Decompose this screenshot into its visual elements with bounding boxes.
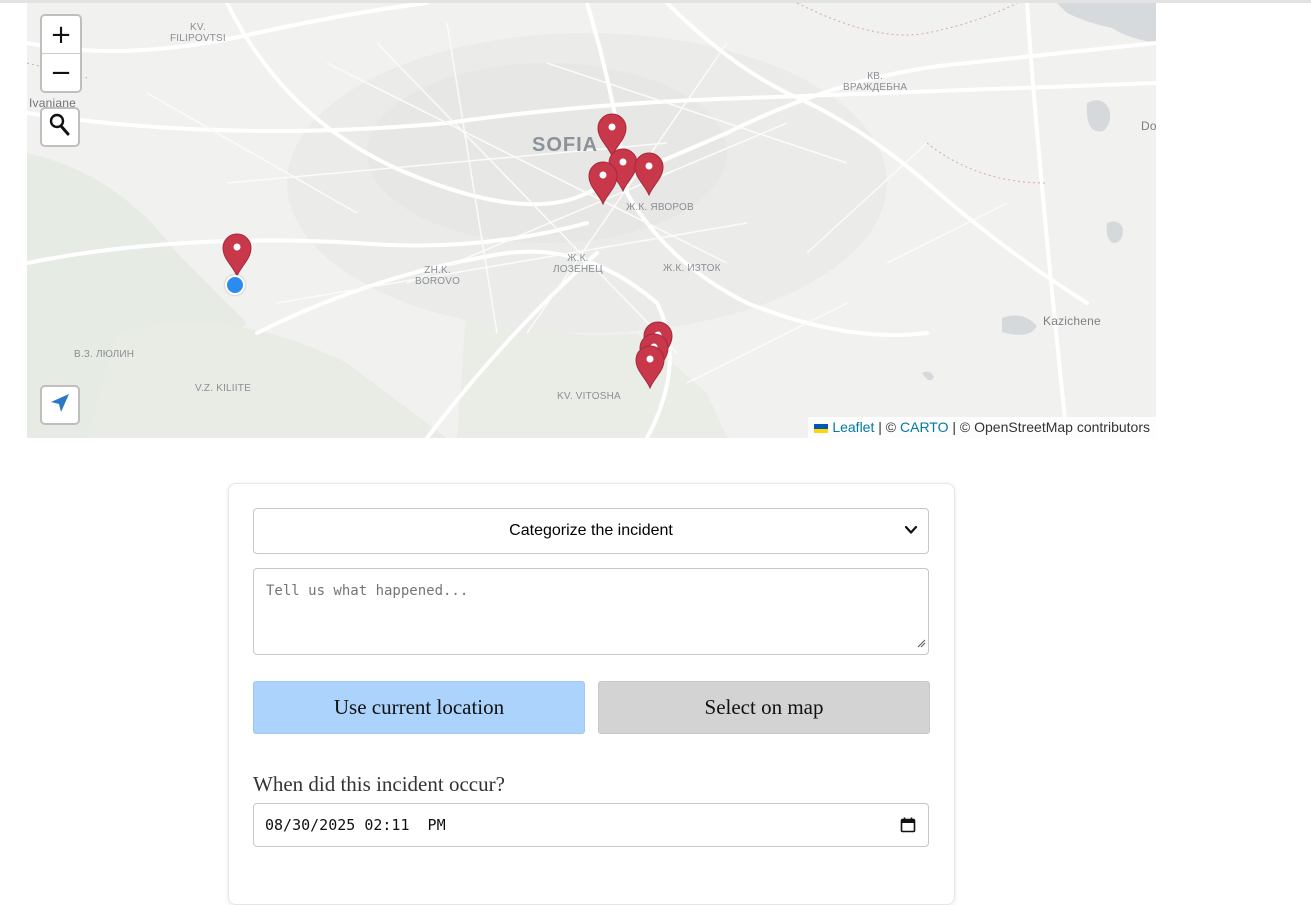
incident-datetime-input[interactable]: 08/30/2025 02:11 PM [253,803,929,847]
datetime-value: 08/30/2025 02:11 PM [265,816,446,834]
incident-marker[interactable] [222,233,252,277]
map-label-lozenets: Ж.К. ЛОЗЕНЕЦ [553,253,603,275]
use-current-location-button[interactable]: Use current location [253,681,585,734]
incident-marker[interactable] [635,345,665,389]
map-label-lyulin: В.З. ЛЮЛИН [74,349,135,360]
resize-handle-icon[interactable] [916,636,926,652]
incident-marker[interactable] [634,152,664,196]
calendar-icon[interactable] [900,817,916,837]
leaflet-link[interactable]: Leaflet [832,419,874,435]
search-button[interactable] [40,107,80,147]
incident-map[interactable]: KV. FILIPOVTSI Ivanjane КВ. ВРАЖДЕБНА Do… [27,3,1156,438]
attribution-separator: | © [874,419,900,435]
map-attribution: Leaflet | © CARTO | © OpenStreetMap cont… [808,417,1156,438]
search-icon [49,113,71,142]
zoom-in-button[interactable]: + [42,16,80,53]
select-on-map-button[interactable]: Select on map [598,681,930,734]
ukraine-flag-icon [814,424,829,433]
map-label-do: Do [1141,119,1156,133]
zoom-control: + − [40,14,82,93]
osm-attribution: | © OpenStreetMap contributors [948,419,1150,435]
description-textarea[interactable]: Tell us what happened... [253,568,929,655]
map-label-kiliite: V.Z. KILIITE [195,383,251,394]
map-label-iztok: Ж.К. ИЗТОК [663,263,721,274]
map-label-yavorov: Ж.К. ЯВОРОВ [626,202,694,213]
map-label-borovo: ZH.K. BOROVO [415,265,461,287]
map-label-vrazhdebna: КВ. ВРАЖДЕБНА [843,71,908,93]
when-label: When did this incident occur? [253,772,505,796]
description-placeholder: Tell us what happened... [266,583,469,599]
locate-me-button[interactable] [40,385,80,425]
map-label-sofia: SOFIA [532,134,599,156]
map-label-vitosha: KV. VITOSHA [557,391,621,402]
category-select[interactable]: Categorize the incident [253,508,929,554]
current-location-dot [225,275,245,295]
incident-marker[interactable] [588,161,618,205]
chevron-down-icon [904,523,918,542]
map-label-filipovtsi: KV. FILIPOVTSI [170,22,226,44]
zoom-out-button[interactable]: − [42,53,80,91]
carto-link[interactable]: CARTO [900,419,949,435]
incident-report-form: Categorize the incident Tell us what hap… [228,483,955,905]
category-select-value: Categorize the incident [509,522,673,539]
map-label-kazichene: Kazichene [1043,314,1101,328]
map-tiles [27,3,1156,438]
navigation-arrow-icon [49,392,71,419]
